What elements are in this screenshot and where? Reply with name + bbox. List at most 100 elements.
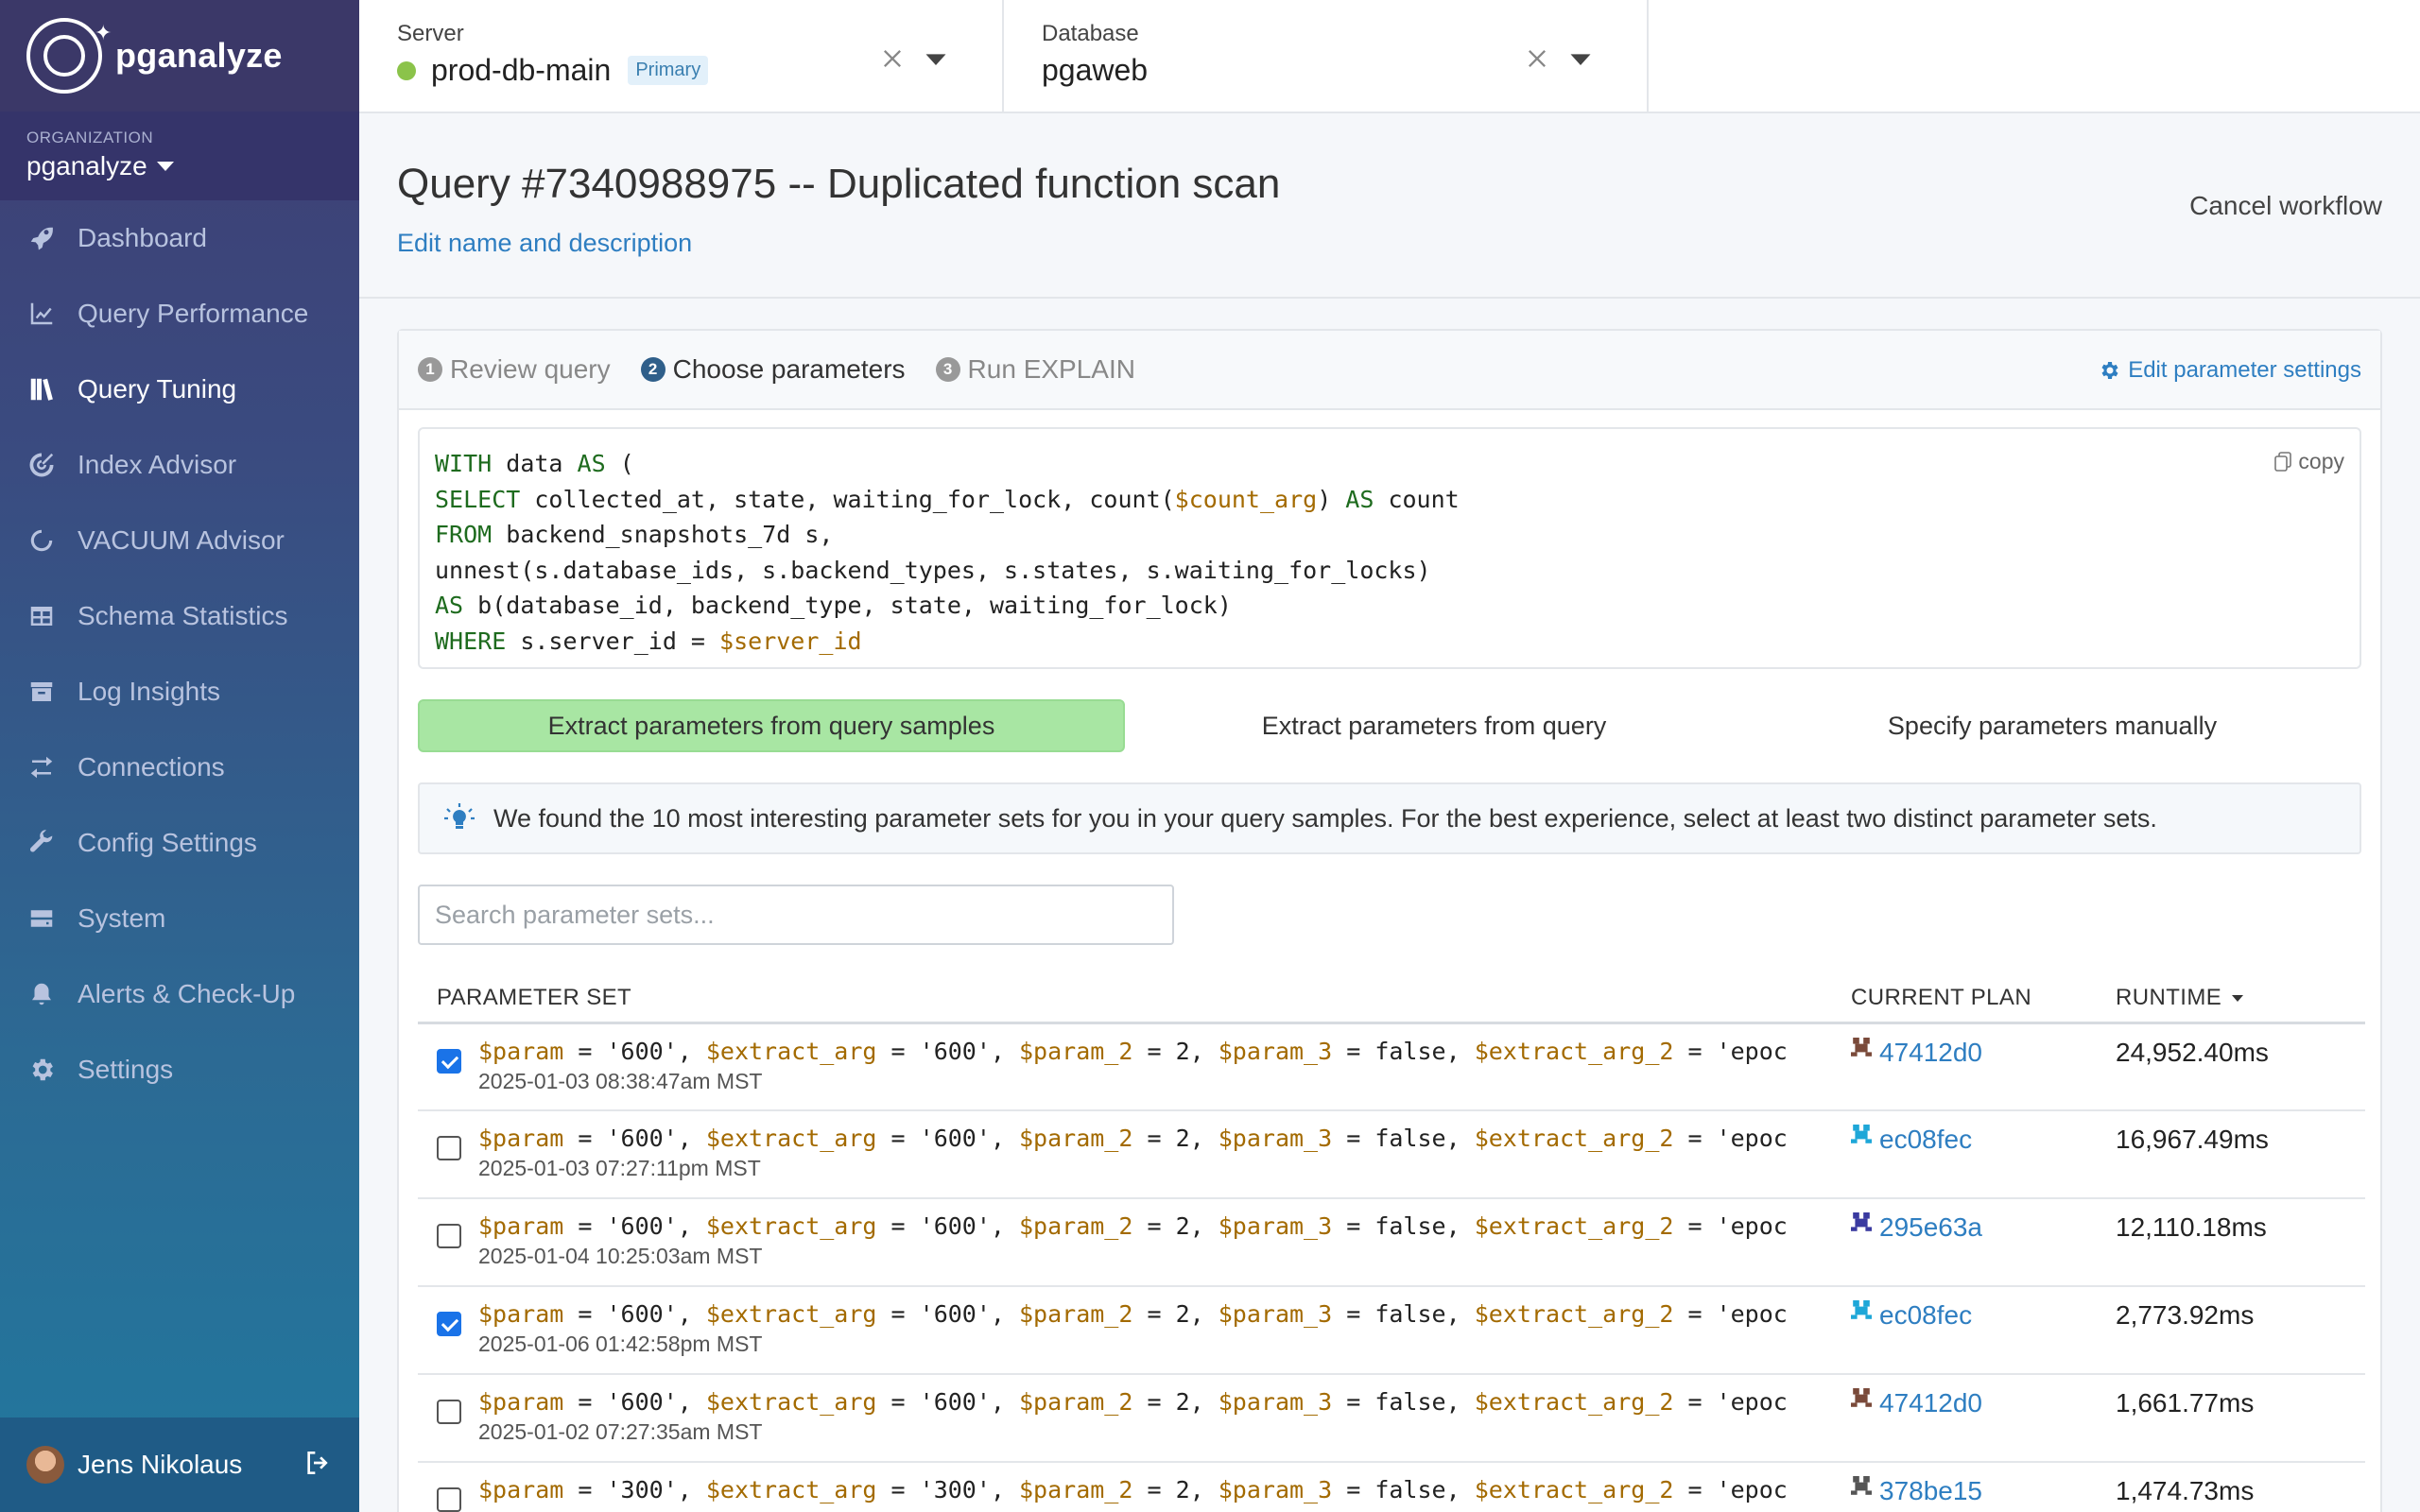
plan-link[interactable]: ec08fec [1851,1125,2116,1155]
plan-link[interactable]: 378be15 [1851,1476,2116,1506]
organization-name: pganalyze [26,151,147,180]
chart-icon [26,299,57,329]
sql-text: data [492,450,578,477]
table-row[interactable]: $param = '600', $extract_arg = '600', $p… [418,1374,2365,1463]
sidebar-item-settings[interactable]: Settings [0,1032,359,1108]
avatar[interactable] [26,1446,64,1484]
plan-identicon-icon [1851,1476,1872,1495]
clear-database-icon[interactable] [1524,45,1550,72]
table-row[interactable]: $param = '600', $extract_arg = '600', $p… [418,1286,2365,1375]
circle-icon [26,525,57,556]
sql-keyword: WHERE [435,627,507,655]
bell-icon [26,979,57,1009]
table-row[interactable]: $param = '600', $extract_arg = '600', $p… [418,1110,2365,1199]
step-run-explain[interactable]: 3 Run EXPLAIN [935,354,1135,385]
parameter-set-values: $param = '600', $extract_arg = '600', $p… [478,1212,1788,1240]
sort-desc-icon [2232,995,2244,1003]
sidebar-item-schema-statistics[interactable]: Schema Statistics [0,578,359,654]
sidebar-item-dashboard[interactable]: Dashboard [0,200,359,276]
extraction-mode-tabs: Extract parameters from query samples Ex… [418,699,2361,752]
sidebar-item-system[interactable]: System [0,881,359,956]
column-runtime[interactable]: RUNTIME [2116,975,2365,1024]
runtime-value: 12,110.18ms [2116,1212,2267,1242]
select-parameter-set-checkbox[interactable] [437,1312,461,1336]
chevron-down-icon[interactable] [923,45,949,72]
runtime-cell: 12,110.18ms [2116,1198,2365,1287]
table-row[interactable]: $param = '600', $extract_arg = '600', $p… [418,1198,2365,1287]
column-runtime-label: RUNTIME [2116,985,2222,1011]
sql-text: collected_at, state, waiting_for_lock, c… [520,485,1175,513]
copy-button[interactable]: copy [2273,444,2344,480]
sidebar-item-label: Index Advisor [78,450,237,479]
sql-text: unnest(s.database_ids, s.backend_types, … [435,556,1431,584]
step-review-query[interactable]: 1 Review query [418,354,611,385]
server-selector[interactable]: Server prod-db-main Primary [359,0,1004,112]
hint-banner: We found the 10 most interesting paramet… [418,782,2361,854]
sidebar-item-vacuum-advisor[interactable]: VACUUM Advisor [0,503,359,578]
sidebar-item-label: Schema Statistics [78,601,288,630]
step-label: Choose parameters [672,354,906,384]
sidebar-item-index-advisor[interactable]: Index Advisor [0,427,359,503]
sidebar-item-alerts-check-up[interactable]: Alerts & Check-Up [0,956,359,1032]
parameter-set-cell: $param = '600', $extract_arg = '600', $p… [418,1022,1851,1111]
plan-link[interactable]: 47412d0 [1851,1388,2116,1418]
main-nav: Dashboard Query Performance Query Tuning In… [0,200,359,1108]
plan-link[interactable]: 295e63a [1851,1212,2116,1243]
parameter-set-values: $param = '600', $extract_arg = '600', $p… [478,1300,1788,1328]
current-plan-cell: 378be15 [1851,1462,2116,1512]
edit-parameter-settings-link[interactable]: Edit parameter settings [2098,357,2361,384]
sidebar-item-log-insights[interactable]: Log Insights [0,654,359,730]
column-parameter-set: PARAMETER SET [418,975,1851,1024]
sidebar-item-query-performance[interactable]: Query Performance [0,276,359,352]
sql-text: backend_snapshots_7d s, [492,521,834,548]
parameter-set-values: $param = '600', $extract_arg = '600', $p… [478,1125,1788,1152]
tab-specify-manually[interactable]: Specify parameters manually [1743,699,2361,752]
step-number: 1 [418,357,442,382]
cancel-workflow-button[interactable]: Cancel workflow [2189,191,2382,221]
plan-link[interactable]: ec08fec [1851,1300,2116,1331]
parameter-set-cell: $param = '600', $extract_arg = '600', $p… [418,1198,1851,1287]
database-selector[interactable]: Database pgaweb [1004,0,1649,112]
edit-parameter-settings-label: Edit parameter settings [2128,357,2361,383]
sidebar-item-connections[interactable]: Connections [0,730,359,805]
sql-text: b(database_id, backend_type, state, wait… [463,592,1232,619]
sidebar-item-config-settings[interactable]: Config Settings [0,805,359,881]
query-code-block: copy WITH data AS (SELECT collected_at, s… [418,427,2361,669]
sample-timestamp: 2025-01-03 08:38:47am MST [478,1068,763,1093]
organization-switcher[interactable]: ORGANIZATION pganalyze [0,112,359,200]
parameter-set-values: $param = '600', $extract_arg = '600', $p… [478,1037,1788,1065]
sql-keyword: FROM [435,521,493,548]
table-row[interactable]: $param = '300', $extract_arg = '300', $p… [418,1462,2365,1512]
select-parameter-set-checkbox[interactable] [437,1136,461,1160]
select-parameter-set-checkbox[interactable] [437,1487,461,1512]
query-line: unnest(s.database_ids, s.backend_types, … [435,553,2344,589]
select-parameter-set-checkbox[interactable] [437,1224,461,1248]
logo[interactable]: ✦ pganalyze [0,0,359,112]
sidebar-item-label: Query Tuning [78,374,237,404]
edit-name-link[interactable]: Edit name and description [397,229,692,258]
table-row[interactable]: $param = '600', $extract_arg = '600', $p… [418,1022,2365,1111]
step-choose-parameters[interactable]: 2 Choose parameters [640,354,906,385]
clear-server-icon[interactable] [879,45,906,72]
sidebar-item-query-tuning[interactable]: Query Tuning [0,352,359,427]
sql-keyword: SELECT [435,485,521,513]
query-line: FROM backend_snapshots_7d s, [435,517,2344,553]
tab-extract-from-samples[interactable]: Extract parameters from query samples [418,699,1125,752]
plan-link[interactable]: 47412d0 [1851,1037,2116,1068]
logout-icon[interactable] [302,1448,333,1483]
tab-extract-from-query[interactable]: Extract parameters from query [1125,699,1743,752]
search-parameter-sets-input[interactable] [418,885,1174,945]
column-current-plan: CURRENT PLAN [1851,975,2116,1024]
select-parameter-set-checkbox[interactable] [437,1048,461,1074]
sample-timestamp: 2025-01-04 10:25:03am MST [478,1244,763,1268]
sample-timestamp: 2025-01-06 01:42:58pm MST [478,1332,763,1356]
parameter-sets-table: PARAMETER SET CURRENT PLAN RUNTIME $para… [418,975,2365,1512]
user-name[interactable]: Jens Nikolaus [78,1450,302,1480]
chevron-down-icon[interactable] [1567,45,1594,72]
plan-identicon-icon [1851,1300,1872,1319]
sample-timestamp: 2025-01-02 07:27:35am MST [478,1419,763,1444]
runtime-cell: 2,773.92ms [2116,1286,2365,1375]
select-parameter-set-checkbox[interactable] [437,1400,461,1424]
sql-keyword: WITH [435,450,493,477]
parameter-set-values: $param = '300', $extract_arg = '300', $p… [478,1476,1788,1503]
